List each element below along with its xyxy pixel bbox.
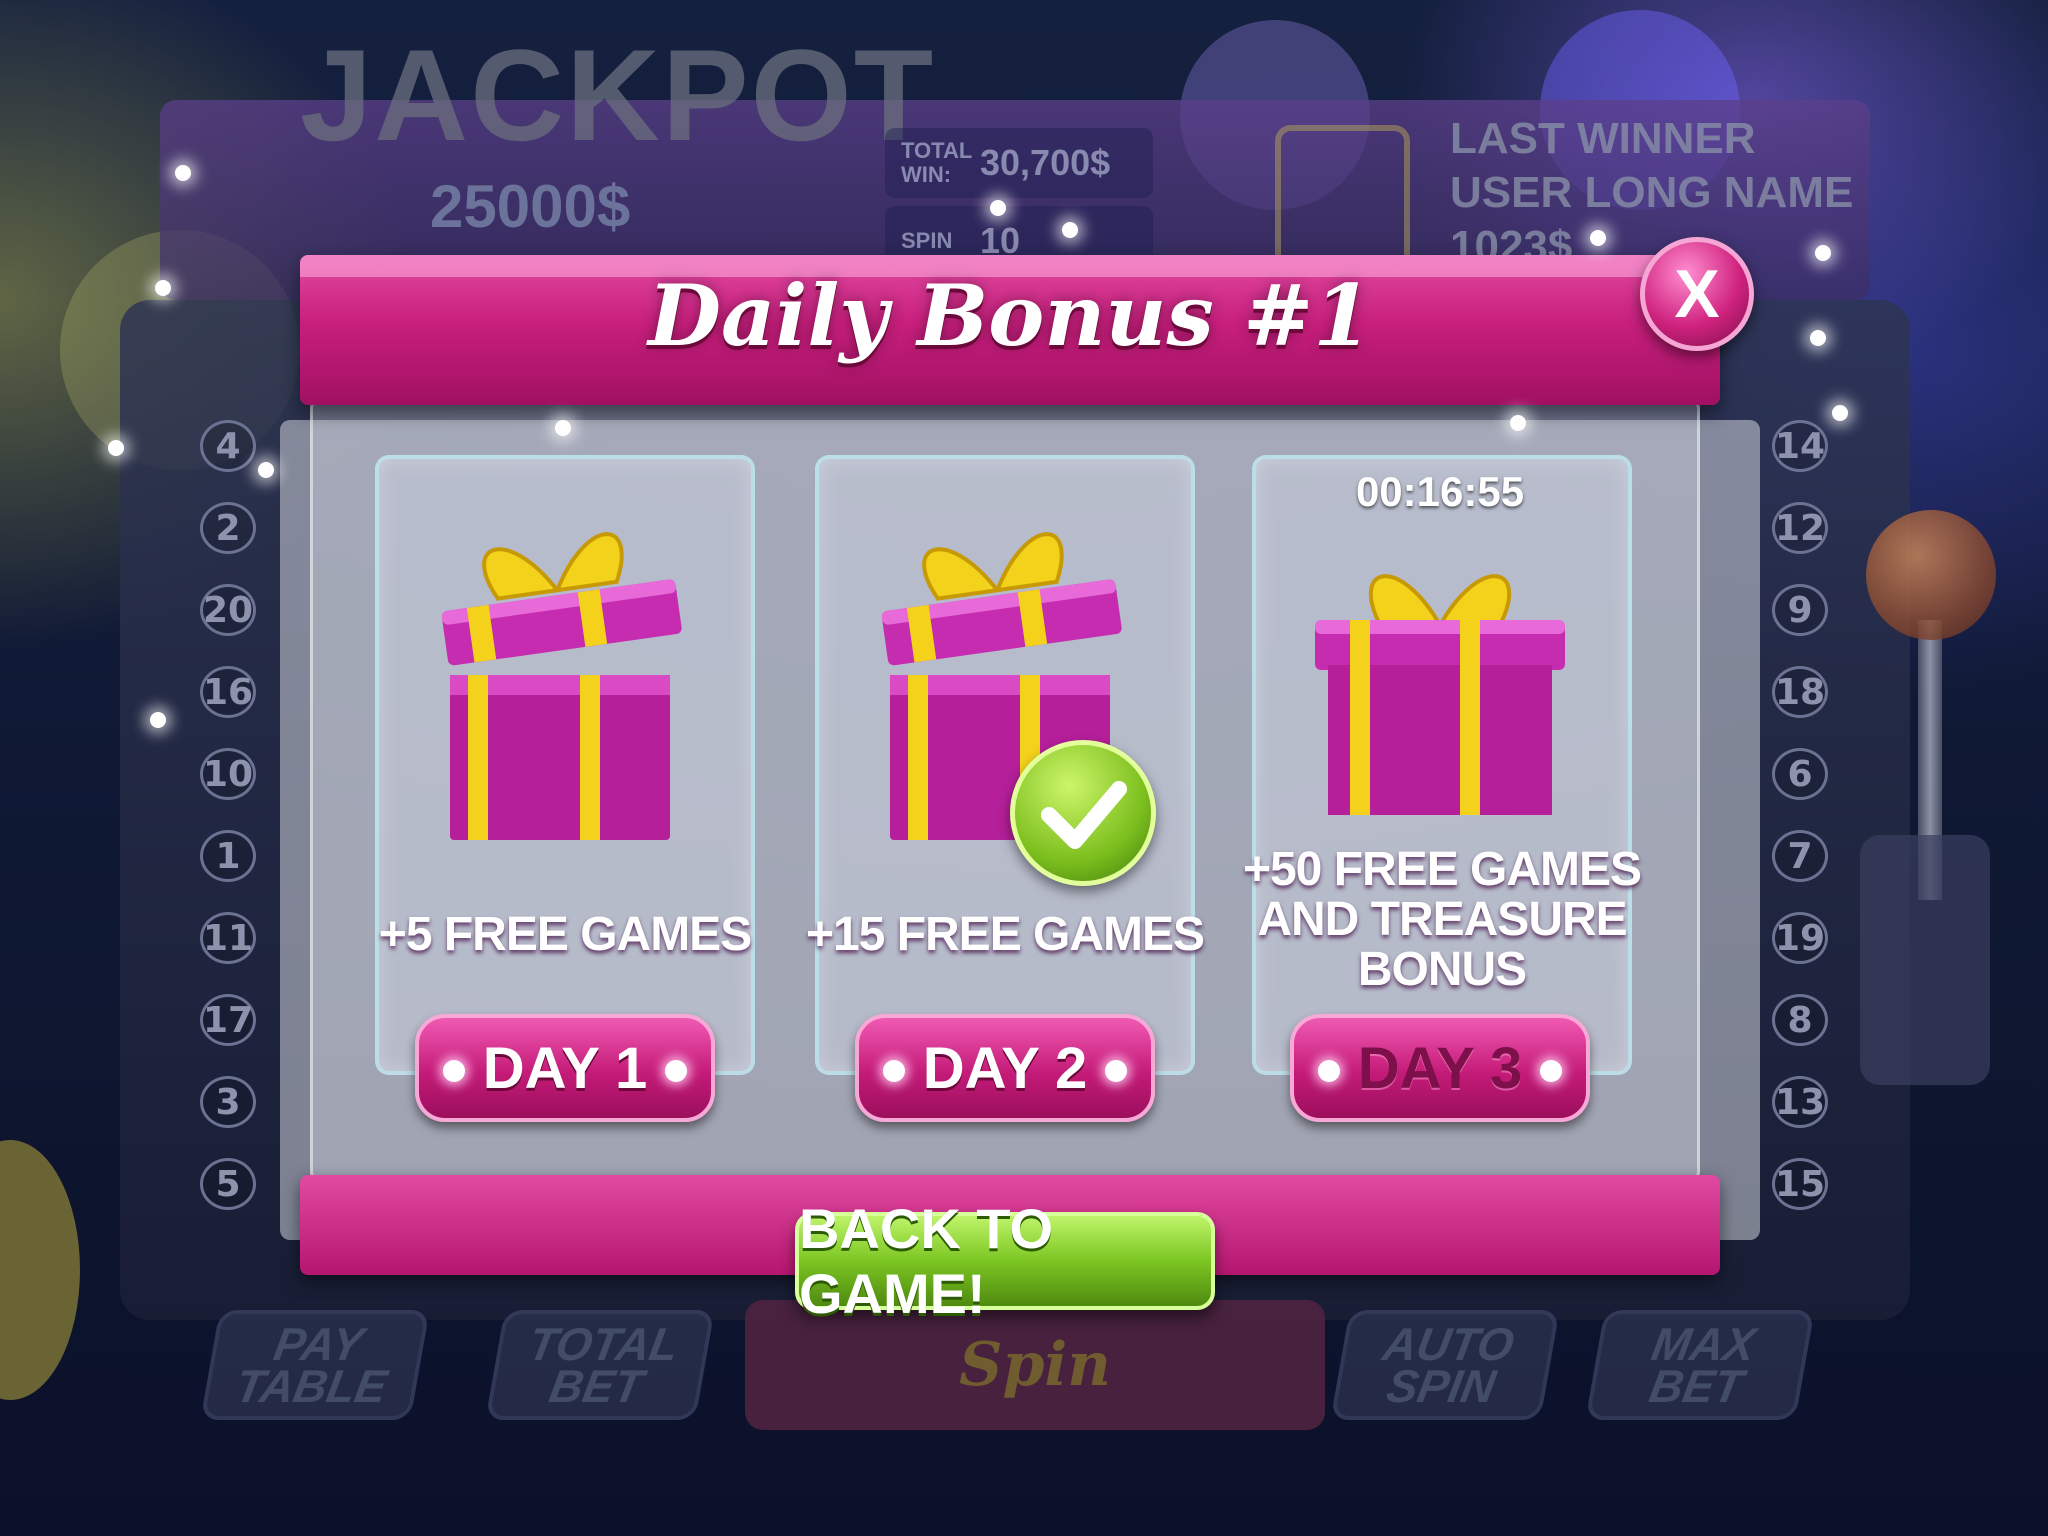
right-payline-numbers: 14 12 9 18 6 7 19 8 13 15 [1772,420,1828,1210]
payline-number: 15 [1772,1158,1828,1210]
lever-knob [1866,510,1996,640]
payline-number: 9 [1772,584,1828,636]
day-button-label: DAY 2 [922,1035,1088,1101]
payline-number: 3 [200,1076,256,1128]
spin-count-label: SPIN [901,228,953,253]
payline-number: 14 [1772,420,1828,472]
back-to-game-label: BACK TO GAME! [799,1197,1054,1325]
button-light [443,1060,465,1082]
sparkle [175,165,191,181]
last-winner-name: USER LONG NAME [1450,168,1854,217]
left-payline-numbers: 4 2 20 16 10 1 11 17 3 5 [200,420,256,1210]
payline-number: 2 [200,502,256,554]
dialog-title: Daily Bonus #1 [648,266,1372,365]
payline-number: 1 [200,830,256,882]
payline-number: 11 [200,912,256,964]
payline-number: 19 [1772,912,1828,964]
sparkle [990,200,1006,216]
total-bet-button: TOTAL BET [485,1310,715,1420]
button-light [883,1060,905,1082]
total-win-value: 30,700$ [980,142,1111,183]
button-light [665,1060,687,1082]
sparkle [1815,245,1831,261]
button-light [1318,1060,1340,1082]
payline-number: 7 [1772,830,1828,882]
sparkle [1062,222,1078,238]
payline-number: 13 [1772,1076,1828,1128]
sparkle [1590,230,1606,246]
jackpot-title: JACKPOT [300,22,936,168]
sparkle [258,462,274,478]
close-icon: X [1674,256,1720,332]
countdown-timer: 00:16:55 [1355,468,1525,515]
day2-button[interactable]: DAY 2 [855,1014,1155,1122]
sparkle [155,280,171,296]
sparkle [1832,405,1848,421]
payline-number: 17 [200,994,256,1046]
gift-box-icon [441,532,682,840]
payline-number: 5 [200,1158,256,1210]
payline-number: 18 [1772,666,1828,718]
sparkle [1510,415,1526,431]
button-light [1105,1060,1127,1082]
total-win-box: TOTAL WIN: 30,700$ [885,128,1153,198]
button-light [1540,1060,1562,1082]
pay-table-button: PAY TABLE [200,1310,430,1420]
sparkle [150,712,166,728]
auto-spin-button: AUTO SPIN [1330,1310,1560,1420]
card-reward-text: +50 FREE GAMES AND TREASURE BONUS [1242,843,1642,996]
jackpot-amount: 25000$ [430,173,631,240]
payline-number: 10 [200,748,256,800]
payline-number: 16 [200,666,256,718]
sparkle [555,420,571,436]
gift-box-icon [1315,574,1565,815]
claimed-checkmark-icon [1010,740,1156,886]
day1-button[interactable]: DAY 1 [415,1014,715,1122]
sparkle [108,440,124,456]
payline-number: 12 [1772,502,1828,554]
payline-number: 4 [200,420,256,472]
last-winner-title: LAST WINNER [1450,114,1756,163]
total-win-label: TOTAL WIN: [901,138,972,187]
lever-base [1860,835,1990,1085]
back-to-game-button[interactable]: BACK TO GAME! [795,1197,1215,1325]
close-button[interactable]: X [1640,237,1754,351]
max-bet-button: MAX BET [1585,1310,1815,1420]
last-winner-info: LAST WINNER USER LONG NAME 1023$ [1450,112,1853,274]
day-button-label: DAY 1 [482,1035,648,1101]
card-reward-text: +15 FREE GAMES [805,908,1205,961]
day3-button[interactable]: DAY 3 [1290,1014,1590,1122]
payline-number: 6 [1772,748,1828,800]
day-button-label: DAY 3 [1357,1035,1523,1101]
card-reward-text: +5 FREE GAMES [378,908,752,961]
payline-number: 20 [200,584,256,636]
sparkle [1810,330,1826,346]
payline-number: 8 [1772,994,1828,1046]
